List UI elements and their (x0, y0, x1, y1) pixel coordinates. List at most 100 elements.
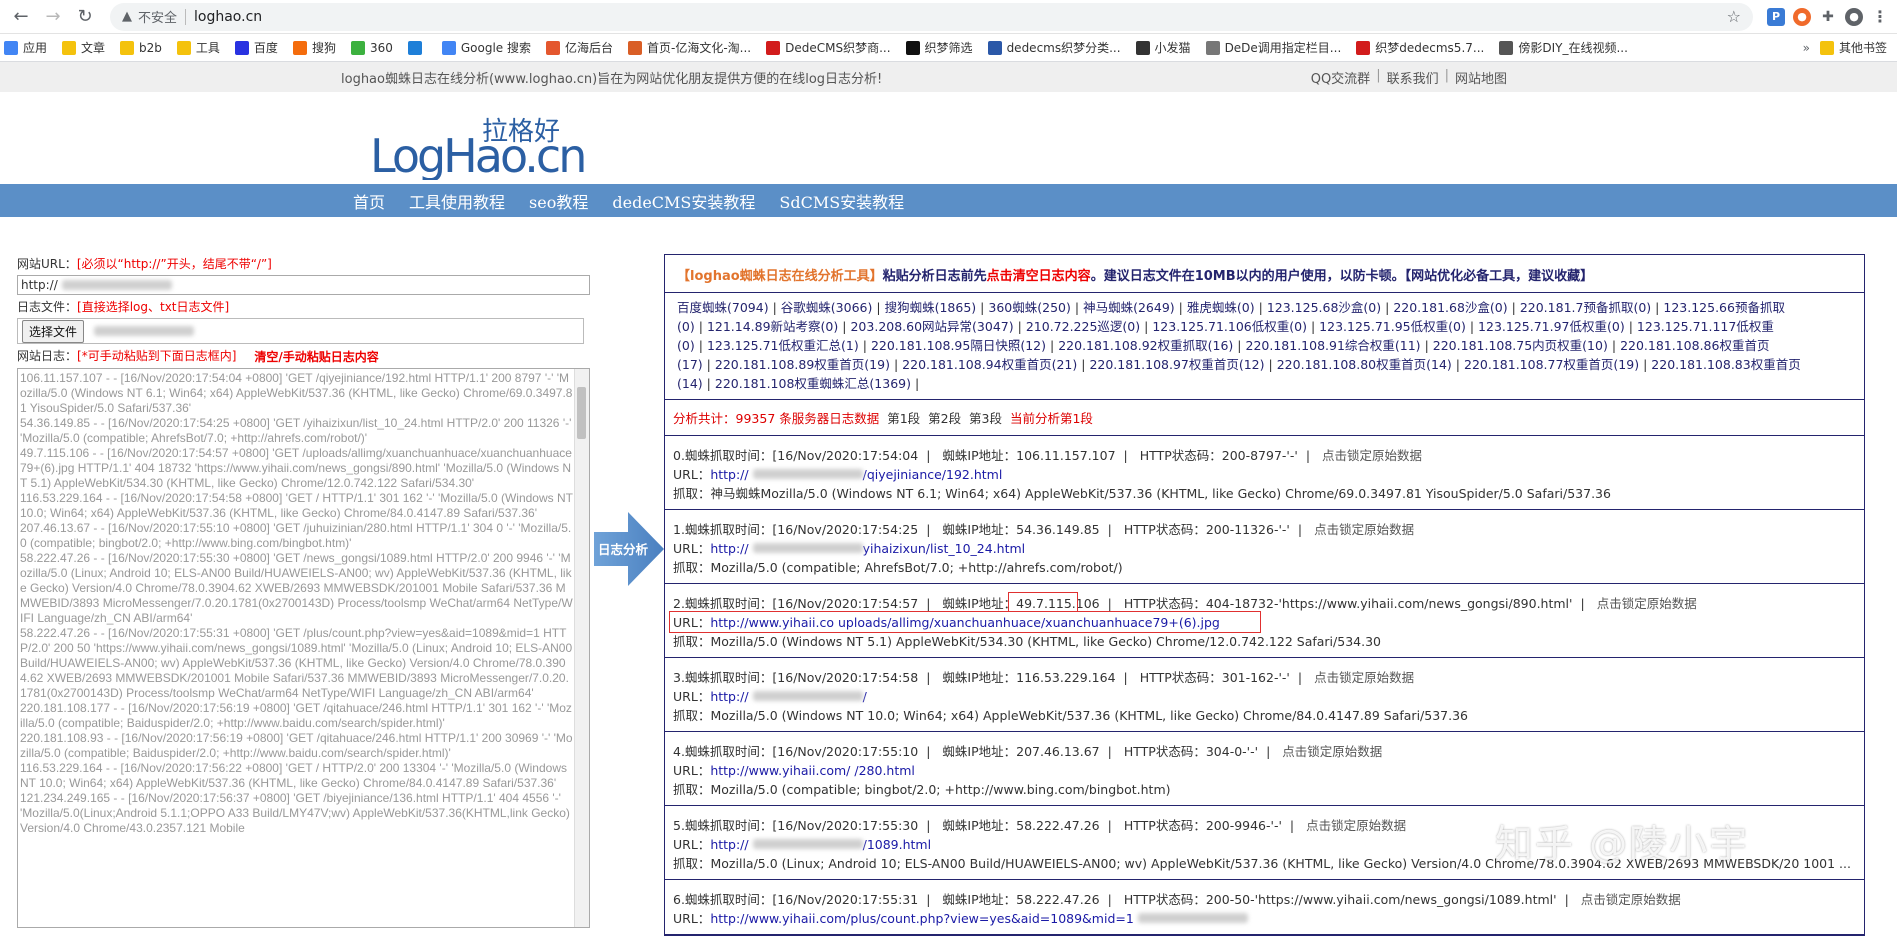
spider-stat-link[interactable]: 123.125.71.106低权重(0) (1152, 319, 1307, 334)
bookmarks-bar: 应用 文章 b2b 工具 百度 搜狗 360 Google 搜索 亿海后台 首页-亿海文化-淘..… (0, 34, 1897, 62)
bookmark-item[interactable]: DedeCMS织梦商... (766, 39, 891, 56)
spider-stat-link[interactable]: 神马蜘蛛(2649) (1083, 300, 1175, 315)
forward-icon[interactable]: → (40, 4, 66, 30)
spider-stat-link[interactable]: 210.72.225巡逻(0) (1026, 319, 1140, 334)
spider-stat-link[interactable]: 220.181.108.80权重首页(14) (1277, 357, 1452, 372)
other-bookmarks[interactable]: 其他书签 (1819, 39, 1887, 56)
extension-p-icon[interactable]: P (1767, 7, 1785, 26)
record-url-path[interactable]: /qiyejiniance/192.html (863, 467, 1003, 482)
log-scroll-thumb[interactable] (577, 387, 586, 439)
spider-stat-link[interactable]: 123.125.71.97低权重(0) (1478, 319, 1625, 334)
nav-tool-tutorial[interactable]: 工具使用教程 (409, 189, 505, 213)
bookmarks-more-icon[interactable]: » (1803, 41, 1810, 55)
record-url[interactable]: http:// (710, 467, 748, 482)
bookmark-icon (62, 40, 77, 55)
spider-stat-link[interactable]: 360蜘蛛(250) (988, 300, 1070, 315)
segment-link-3[interactable]: 第3段 (969, 411, 1002, 426)
bookmark-item[interactable]: Google 搜索 (441, 39, 531, 56)
record-url[interactable]: http:// (710, 541, 748, 556)
bookmark-item[interactable]: b2b (120, 40, 162, 55)
spider-stat-link[interactable]: 220.181.108.75内页权重(10) (1433, 338, 1608, 353)
spider-stat-link[interactable]: 220.181.108.89权重首页(19) (715, 357, 890, 372)
record-url-path[interactable]: / (863, 689, 867, 704)
record-url[interactable]: http:// (710, 689, 748, 704)
segment-link-2[interactable]: 第2段 (928, 411, 961, 426)
analyze-button[interactable]: 日志分析 (594, 512, 664, 586)
bookmark-label: 亿海后台 (565, 41, 614, 55)
log-textarea[interactable]: 106.11.157.107 - - [16/Nov/2020:17:54:04… (17, 368, 590, 928)
nav-home[interactable]: 首页 (353, 189, 385, 213)
address-url[interactable]: loghao.cn (194, 9, 1727, 25)
bookmark-item[interactable]: 搜狗 (292, 39, 336, 56)
bookmark-item[interactable]: 应用 (4, 39, 47, 56)
record-url[interactable]: http://www.yihaii.com/plus/count.php?vie… (710, 911, 1134, 926)
spider-stat-link[interactable]: 220.181.68沙盒(0) (1393, 300, 1507, 315)
record-url-path[interactable]: /280.html (854, 763, 915, 778)
bookmark-item[interactable]: 工具 (176, 39, 220, 56)
clear-log-link[interactable]: 清空/手动粘贴日志内容 (254, 348, 378, 365)
bookmark-item[interactable]: 文章 (62, 39, 105, 56)
qq-group-link[interactable]: QQ交流群 (1311, 68, 1370, 87)
profile-avatar-icon[interactable]: ● (1845, 7, 1863, 26)
spider-stat-link[interactable]: 谷歌蜘蛛(3066) (781, 300, 873, 315)
bookmark-item[interactable]: DeDe调用指定栏目... (1205, 39, 1341, 56)
bookmark-item[interactable]: 360 (350, 40, 393, 55)
bookmark-item[interactable]: 织梦dedecms5.7... (1356, 39, 1484, 56)
nav-dedecms-tutorial[interactable]: dedeCMS安装教程 (612, 189, 755, 213)
bookmark-item[interactable]: 首页-亿海文化-淘... (628, 39, 751, 56)
segment-link-1[interactable]: 第1段 (887, 411, 920, 426)
spider-stat-link[interactable]: 121.14.89新站考察(0) (707, 319, 838, 334)
contact-link[interactable]: 联系我们 (1387, 68, 1439, 87)
record-time: 2.蜘蛛抓取时间：[16/Nov/2020:17:54:57 (673, 596, 919, 611)
lock-raw-data-link[interactable]: 点击锁定原始数据 (1282, 744, 1382, 759)
lock-raw-data-link[interactable]: 点击锁定原始数据 (1581, 892, 1681, 907)
spider-stat-link[interactable]: 雅虎蜘蛛(0) (1187, 300, 1255, 315)
lock-raw-data-link[interactable]: 点击锁定原始数据 (1314, 670, 1414, 685)
spider-stat-link[interactable]: 220.181.108.95隔日快照(12) (871, 338, 1046, 353)
log-scrollbar[interactable] (574, 369, 589, 927)
record-url-path[interactable]: /1089.html (863, 837, 931, 852)
record-url-path[interactable]: yihaizixun/list_10_24.html (863, 541, 1026, 556)
record-url[interactable]: http://www.yihaii.com/ (710, 763, 850, 778)
spider-stat-link[interactable]: 220.181.108.77权重首页(19) (1464, 357, 1639, 372)
choose-file-button[interactable]: 选择文件 (22, 319, 85, 343)
bookmark-item[interactable] (407, 40, 427, 55)
lock-raw-data-link[interactable]: 点击锁定原始数据 (1322, 448, 1422, 463)
nav-sdcms-tutorial[interactable]: SdCMS安装教程 (779, 189, 904, 213)
spider-stat-link[interactable]: 220.181.108权重蜘蛛汇总(1369) (715, 376, 911, 391)
bookmark-star-icon[interactable]: ☆ (1727, 7, 1741, 26)
bookmark-item[interactable]: 小发猫 (1135, 39, 1191, 56)
reload-icon[interactable]: ↻ (72, 4, 98, 30)
lock-raw-data-link[interactable]: 点击锁定原始数据 (1314, 522, 1414, 537)
spider-stat-link[interactable]: 220.181.108.92权重抓取(16) (1058, 338, 1233, 353)
lock-raw-data-link[interactable]: 点击锁定原始数据 (1306, 818, 1406, 833)
spider-stat-link[interactable]: 123.125.71低权重汇总(1) (707, 338, 859, 353)
spider-stat-link[interactable]: 203.208.60网站异常(3047) (850, 319, 1013, 334)
bookmark-item[interactable]: 百度 (234, 39, 278, 56)
bookmark-item[interactable]: dedecms织梦分类... (987, 39, 1121, 56)
sitemap-link[interactable]: 网站地图 (1455, 68, 1507, 87)
browser-menu-icon[interactable]: ⋮ (1871, 7, 1889, 26)
spider-stat-link[interactable]: 220.181.108.94权重首页(21) (902, 357, 1077, 372)
back-icon[interactable]: ← (8, 4, 34, 30)
bookmark-item[interactable]: 傍影DIY_在线视频... (1499, 39, 1628, 56)
bookmark-item[interactable]: 织梦筛选 (905, 39, 973, 56)
site-url-input[interactable]: http:// (17, 275, 590, 295)
lock-raw-data-link[interactable]: 点击锁定原始数据 (1597, 596, 1697, 611)
spider-stat-link[interactable]: 搜狗蜘蛛(1865) (885, 300, 977, 315)
bookmark-item[interactable]: 亿海后台 (546, 39, 613, 56)
spider-stat-link[interactable]: 220.181.108.91综合权重(11) (1246, 338, 1421, 353)
spider-stat-link[interactable]: 220.181.108.97权重首页(12) (1089, 357, 1264, 372)
spider-stat-link[interactable]: 220.181.7预备抓取(0) (1520, 300, 1651, 315)
spider-stat-link[interactable]: 123.125.71.95低权重(0) (1319, 319, 1466, 334)
address-bar[interactable]: ▲ 不安全 loghao.cn ☆ (110, 2, 1753, 31)
spider-stat-link[interactable]: 123.125.68沙盒(0) (1267, 300, 1381, 315)
site-logo[interactable]: LogHao.cn 拉格好 (370, 110, 585, 180)
record-url-prefix: URL： (673, 467, 711, 482)
extension-orange-icon[interactable]: ● (1793, 7, 1811, 26)
extensions-puzzle-icon[interactable]: ✚ (1819, 7, 1837, 26)
spider-stat-link[interactable]: 百度蜘蛛(7094) (677, 300, 769, 315)
record-url[interactable]: http:// (710, 837, 748, 852)
header-clear-link[interactable]: 点击清空日志内容 (987, 269, 1091, 284)
nav-seo-tutorial[interactable]: seo教程 (529, 189, 588, 213)
